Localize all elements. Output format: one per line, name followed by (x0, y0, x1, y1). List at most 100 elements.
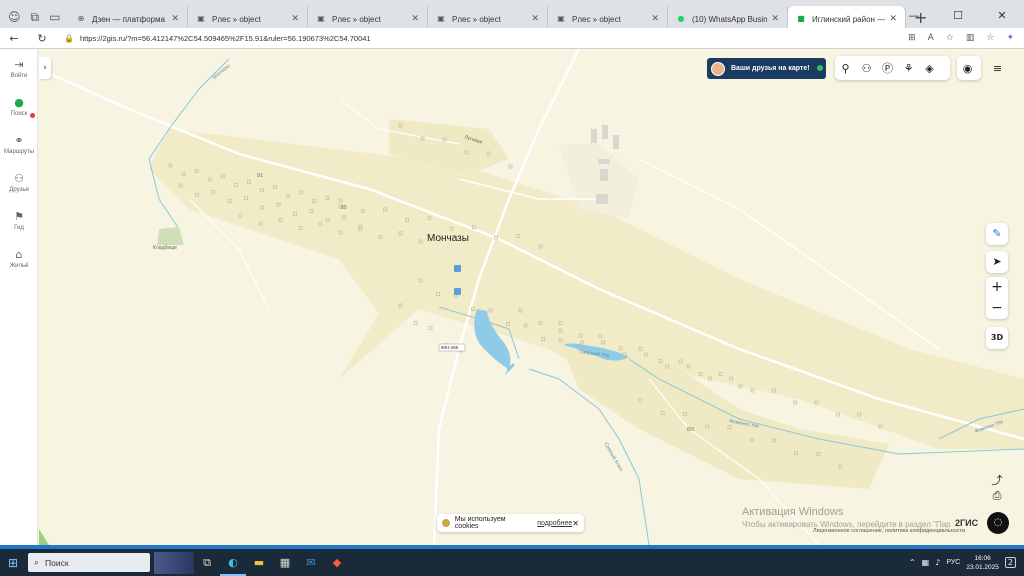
edge-browser-icon[interactable]: ◐ (220, 549, 246, 576)
tab-favicon-icon: ▣ (317, 14, 325, 23)
parking-icon[interactable]: Ⓟ (877, 60, 898, 76)
tab-close-icon[interactable]: ✕ (531, 14, 539, 24)
sidebar-item[interactable]: ⚑ Гид (0, 201, 38, 239)
house-outline (793, 400, 798, 405)
layers-icon[interactable]: ◈ (919, 62, 940, 75)
cookie-more-link[interactable]: подробнее (537, 520, 572, 527)
weather-widget[interactable] (154, 551, 194, 574)
friends-promo-banner[interactable]: Ваши друзья на карте! (707, 58, 826, 79)
tab-favicon-icon: ▣ (437, 14, 445, 23)
tab-close-icon[interactable]: ✕ (411, 14, 419, 24)
3d-toggle-button[interactable]: 3D (986, 327, 1008, 349)
transport-icon[interactable]: ⚲ (835, 62, 856, 75)
back-button[interactable]: ← (0, 32, 28, 45)
sidebar-item-label: Друзья (9, 186, 29, 193)
reload-button[interactable]: ↻ (28, 32, 56, 45)
map-canvas[interactable]: Мончазы 80Н-286 Кладбище Луговая Мончазы… (39, 49, 1024, 545)
housing-icon: ⌂ (15, 247, 23, 261)
sidebar-item-label: Гид (14, 224, 24, 231)
sidebar-item-label: Поиск (10, 110, 28, 117)
sidebar-item[interactable]: ⌂ Жильё (0, 239, 38, 277)
tray-chevron-icon[interactable]: ⌃ (909, 558, 916, 567)
favorite-star-icon[interactable]: ☆ (946, 33, 954, 43)
sidebar-item[interactable]: ⚭ Маршруты (0, 125, 38, 163)
tab-title: Рлес » object (212, 14, 261, 24)
chat-icon: ◌ (993, 517, 1003, 528)
tab-close-icon[interactable]: ✕ (171, 14, 179, 24)
tab-title: Иглинский район — 2ГИС (812, 14, 886, 24)
favorites-icon[interactable]: ☆ (986, 33, 994, 43)
tab-favicon-icon: ■ (797, 14, 805, 23)
traffic-icon[interactable]: ⚘ (898, 62, 919, 75)
sidebar-item[interactable]: ⇥ Войти (0, 49, 38, 87)
search-pin-icon: ● (14, 95, 24, 109)
start-button[interactable]: ⊞ (0, 556, 26, 570)
tab-actions-icon[interactable]: ▭ (49, 9, 60, 25)
language-indicator[interactable]: РУС (946, 559, 960, 566)
left-sidebar: ⇥ Войти ● Поиск ⚭ Маршруты ⚇ Друзья ⚑ Гид ⌂ Жильё (0, 49, 38, 545)
map-graphics (39, 49, 1024, 545)
store-icon[interactable]: ▦ (272, 549, 298, 576)
house-outline (835, 412, 840, 417)
sidebar-item[interactable]: ⚇ Друзья (0, 163, 38, 201)
cemetery-label[interactable]: Кладбище (153, 245, 177, 251)
sidebar-item-label: Войти (10, 72, 28, 79)
network-icon[interactable]: ▦ (922, 558, 930, 567)
taskbar-search-label: Поиск (45, 557, 69, 568)
yandex-browser-icon[interactable]: ◆ (324, 549, 350, 576)
house-number-label: 8/3 (687, 427, 694, 433)
menu-button[interactable]: ≡ (987, 56, 1009, 80)
file-explorer-icon[interactable]: ▬ (246, 549, 272, 576)
tab-close-icon[interactable]: ✕ (291, 14, 299, 24)
town-label[interactable]: Мончазы (427, 233, 469, 244)
tab-close-icon[interactable]: ✕ (771, 14, 779, 24)
user-button[interactable]: ◉ (957, 56, 981, 80)
clock[interactable]: 16:06 23.01.2025 (966, 554, 999, 572)
avatar (711, 61, 725, 76)
activation-title: Активация Windows (742, 506, 844, 518)
user-icon: ◉ (962, 61, 973, 75)
profile-icon[interactable]: ☺ (8, 9, 21, 25)
taskbar-search[interactable]: ⌕ Поиск (28, 553, 150, 572)
house-number-label: 91 (257, 173, 263, 179)
friends-layer-icon[interactable]: ⚇ (856, 62, 877, 75)
tab-title: Рлес » object (452, 14, 501, 24)
tab-close-icon[interactable]: ✕ (651, 14, 659, 24)
online-dot (817, 65, 823, 71)
mail-icon[interactable]: ✉ (298, 549, 324, 576)
read-aloud-icon[interactable]: A (928, 33, 934, 43)
tab-favicon-icon: ▣ (557, 14, 565, 23)
tab-favicon-icon: ● (677, 14, 685, 23)
cookie-close-button[interactable]: ✕ (572, 519, 579, 528)
split-screen-icon[interactable]: ▥ (966, 33, 975, 43)
workspaces-icon[interactable]: ⧉ (31, 9, 40, 25)
windows-activation-watermark: Активация Windows Чтобы активировать Win… (742, 506, 951, 529)
expand-panel-button[interactable]: › (39, 57, 51, 79)
ruler-button[interactable]: ✎ (986, 223, 1008, 245)
locate-me-button[interactable]: ➤ (986, 251, 1008, 273)
url-field[interactable]: 🔒 https://2gis.ru/?m=56.412147%2C54.5094… (64, 29, 884, 47)
tab-title: (10) WhatsApp Business (692, 14, 768, 24)
sidebar-item-label: Маршруты (4, 148, 34, 155)
app-install-icon[interactable]: ⊞ (908, 33, 916, 43)
notifications-icon[interactable]: 2 (1004, 557, 1016, 568)
friends-icon: ⚇ (14, 171, 24, 185)
sidebar-item[interactable]: ● Поиск (0, 87, 38, 125)
zoom-out-button[interactable]: − (986, 298, 1008, 319)
volume-icon[interactable]: ♪ (935, 558, 940, 567)
house-outline (508, 164, 513, 169)
task-view-icon[interactable]: ⧉ (194, 549, 220, 576)
login-icon: ⇥ (14, 57, 24, 71)
copilot-icon[interactable]: ✦ (1006, 33, 1014, 43)
brand-logo: 2ГИС (955, 518, 979, 528)
zoom-in-button[interactable]: + (986, 277, 1008, 298)
print-button[interactable]: ⎙ (986, 485, 1008, 507)
navigation-arrow-icon: ➤ (992, 255, 1002, 268)
guide-icon: ⚑ (14, 209, 24, 223)
legal-links[interactable]: Лицензионное соглашение, политика конфид… (813, 528, 965, 534)
chat-button[interactable]: ◌ (987, 512, 1009, 534)
tab-title: Рлес » object (572, 14, 621, 24)
zoom-control: + − (986, 277, 1008, 319)
address-bar-row: ← ↻ 🔒 https://2gis.ru/?m=56.412147%2C54.… (0, 28, 1024, 49)
promo-text: Ваши друзья на карте! (731, 65, 810, 72)
